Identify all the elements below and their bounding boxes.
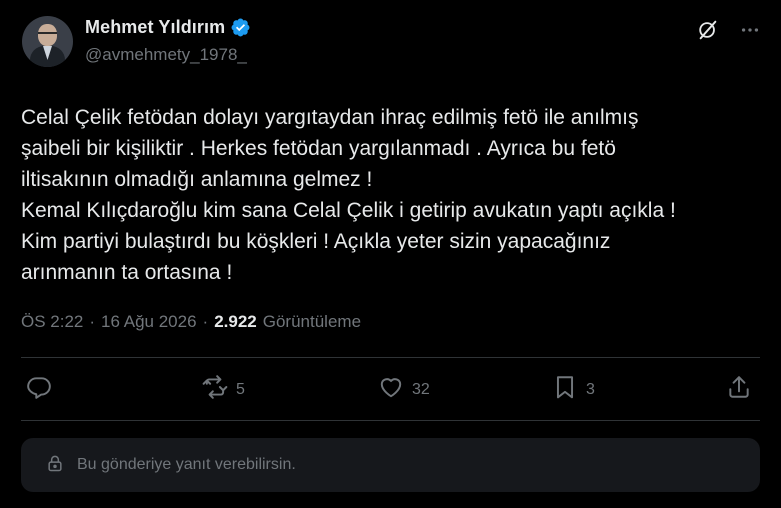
tweet-time[interactable]: ÖS 2:22	[21, 312, 83, 332]
user-handle[interactable]: @avmehmety_1978_	[85, 45, 247, 65]
reply-restriction-text: Bu gönderiye yanıt verebilirsin.	[77, 456, 296, 473]
tweet-text: Celal Çelik fetödan dolayı yargıtaydan i…	[21, 106, 676, 284]
reply-restriction-box: Bu gönderiye yanıt verebilirsin.	[21, 438, 760, 492]
tweet-detail: Mehmet Yıldırım @avmehmety_1978_ Celal Ç…	[0, 0, 781, 508]
bookmark-button[interactable]: 3	[552, 374, 595, 405]
display-name[interactable]: Mehmet Yıldırım	[85, 17, 225, 38]
heart-icon	[378, 374, 404, 405]
tweet-meta: ÖS 2:22 · 16 Ağu 2026 · 2.922 Görüntülem…	[21, 312, 361, 332]
retweet-icon	[202, 374, 228, 405]
avatar-glasses	[38, 32, 57, 37]
bookmark-count: 3	[586, 380, 595, 398]
share-button[interactable]	[726, 374, 752, 405]
divider-bottom	[21, 420, 760, 421]
lock-icon	[45, 453, 65, 478]
bookmark-icon	[552, 374, 578, 405]
more-icon[interactable]	[738, 18, 762, 42]
avatar[interactable]	[22, 16, 73, 67]
grok-icon[interactable]	[696, 18, 720, 42]
meta-separator: ·	[89, 312, 96, 331]
retweet-count: 5	[236, 380, 245, 398]
action-bar: 5 32 3	[26, 374, 756, 404]
top-icons	[696, 18, 762, 42]
views-count[interactable]: 2.922	[214, 312, 257, 332]
verified-badge-icon[interactable]	[230, 17, 251, 38]
retweet-button[interactable]: 5	[202, 374, 245, 405]
divider-top	[21, 357, 760, 358]
meta-separator: ·	[202, 312, 209, 331]
share-icon	[726, 374, 752, 405]
tweet-date[interactable]: 16 Ağu 2026	[101, 312, 196, 332]
like-count: 32	[412, 380, 430, 398]
tweet-header: Mehmet Yıldırım @avmehmety_1978_	[22, 16, 762, 68]
name-row: Mehmet Yıldırım	[85, 17, 251, 38]
like-button[interactable]: 32	[378, 374, 430, 405]
reply-button[interactable]	[26, 374, 60, 405]
views-label: Görüntüleme	[262, 312, 362, 331]
reply-icon	[26, 374, 52, 405]
